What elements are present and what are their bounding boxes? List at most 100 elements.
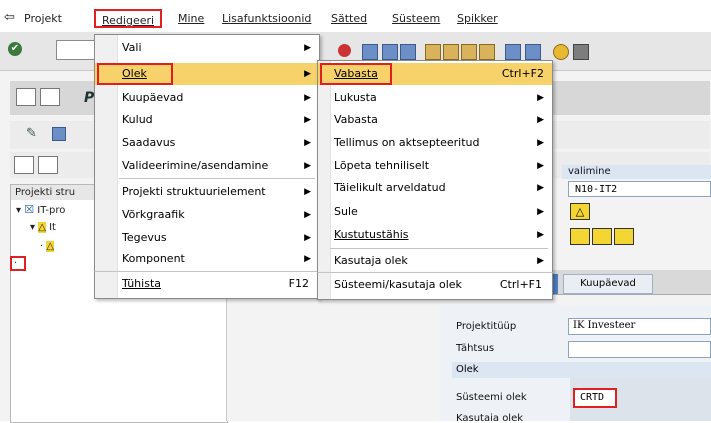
- selected-node-highlight[interactable]: [10, 256, 26, 271]
- menu-item-vali[interactable]: Vali ▶: [95, 37, 319, 59]
- status-icon-2[interactable]: [592, 228, 612, 245]
- cancel-icon[interactable]: [338, 44, 351, 57]
- menu-item-kuupaevad[interactable]: Kuupäevad ▶: [95, 87, 319, 109]
- tree-node-child[interactable]: ▾ △ It: [30, 222, 56, 233]
- menu-item-label: Vali: [122, 41, 142, 54]
- projektituup-label: Projektitüüp: [456, 321, 517, 332]
- menu-item-label: Saadavus: [122, 136, 176, 149]
- redigeeri-menu: Vali ▶ Olek ▶ Kuupäevad ▶ Kulud ▶ Saadavus ▶ …: [94, 34, 320, 273]
- menu-item-olek[interactable]: Olek ▶: [95, 63, 319, 85]
- menu-redigeeri[interactable]: Redigeeri: [94, 9, 163, 28]
- tahtsus-field[interactable]: [568, 341, 711, 358]
- enter-checkmark-icon[interactable]: ✔: [8, 42, 22, 56]
- previous-page-icon[interactable]: [443, 44, 459, 60]
- project-builder-icon[interactable]: [16, 88, 36, 106]
- submenu-arrow-icon: ▶: [537, 256, 544, 266]
- menu-item-kulud[interactable]: Kulud ▶: [95, 109, 319, 131]
- menu-item-lukusta[interactable]: Lukusta ▶: [318, 87, 552, 109]
- collapse-arrow-icon[interactable]: ▾: [30, 222, 35, 233]
- menu-satted[interactable]: Sätted: [331, 12, 367, 25]
- submenu-arrow-icon: ▶: [304, 187, 311, 197]
- pen-icon[interactable]: ✎: [26, 127, 40, 141]
- layout-icon[interactable]: [573, 44, 589, 60]
- menu-item-sule[interactable]: Sule ▶: [318, 201, 552, 223]
- menu-item-label: Tühista: [122, 277, 161, 290]
- menu-item-komponent[interactable]: Komponent ▶: [95, 248, 319, 270]
- menu-item-label: Võrkgraafik: [122, 208, 185, 221]
- menu-item-saadavus[interactable]: Saadavus ▶: [95, 132, 319, 154]
- submenu-arrow-icon: ▶: [537, 93, 544, 103]
- find-next-icon[interactable]: [400, 44, 416, 60]
- last-page-icon[interactable]: [479, 44, 495, 60]
- selection-header: valimine: [562, 165, 711, 179]
- menu-item-taielikult-arveldatud[interactable]: Täielikult arveldatud ▶: [318, 177, 552, 199]
- find-icon[interactable]: [382, 44, 398, 60]
- menu-item-label: Tegevus: [122, 231, 167, 244]
- create-icon[interactable]: [38, 156, 58, 174]
- menu-item-tellimus-aktsepteeritud[interactable]: Tellimus on aktsepteeritud ▶: [318, 132, 552, 154]
- page-title: P: [84, 90, 95, 106]
- menu-lisafunktsioonid[interactable]: Lisafunktsioonid: [222, 12, 311, 25]
- menu-item-tegevus[interactable]: Tegevus ▶: [95, 227, 319, 249]
- tree-node-child-label: It: [49, 222, 56, 233]
- menu-projekt[interactable]: Projekt: [24, 12, 62, 25]
- menu-item-systeemi-kasutaja-olek[interactable]: Süsteemi/kasutaja olek Ctrl+F1: [318, 274, 552, 296]
- olek-group-header: Olek: [452, 362, 711, 378]
- wbs-element-icon: △: [46, 241, 55, 252]
- menu-lisafunktsioonid-label: Lisafunktsioonid: [222, 12, 312, 25]
- menu-item-label: Lõpeta tehniliselt: [334, 159, 430, 172]
- menu-item-label: Kustutustähis: [334, 228, 409, 241]
- menu-item-tuhista[interactable]: Tühista F12: [95, 273, 319, 295]
- menu-bar: ⇦ Projekt Redigeeri Mine Lisafunktsiooni…: [0, 0, 711, 33]
- help-icon[interactable]: [553, 44, 569, 60]
- menu-spikker-label: Spikker: [457, 12, 498, 25]
- print-icon[interactable]: [362, 44, 378, 60]
- shortcut-icon[interactable]: [525, 44, 541, 60]
- menu-spikker[interactable]: Spikker: [457, 12, 498, 25]
- dropdown-icon[interactable]: [40, 88, 60, 106]
- menu-item-valideerimine[interactable]: Valideerimine/asendamine ▶: [95, 155, 319, 177]
- exit-menu-icon[interactable]: ⇦: [4, 10, 15, 25]
- menu-item-label: Tellimus on aktsepteeritud: [334, 136, 480, 149]
- menu-item-shortcut: Ctrl+F2: [501, 67, 544, 80]
- menu-item-vabasta-unlock[interactable]: Vabasta ▶: [318, 109, 552, 131]
- submenu-arrow-icon: ▶: [304, 161, 311, 171]
- submenu-arrow-icon: ▶: [304, 93, 311, 103]
- wbs-element-field[interactable]: N10-IT2: [568, 181, 711, 197]
- menu-mine[interactable]: Mine: [178, 12, 204, 25]
- submenu-arrow-icon: ▶: [537, 138, 544, 148]
- tree-node-grandchild-1[interactable]: · △: [40, 241, 55, 252]
- menu-item-vorkgraafik[interactable]: Võrkgraafik ▶: [95, 204, 319, 226]
- status-icon-1[interactable]: [570, 228, 590, 245]
- submenu-arrow-icon: ▶: [304, 254, 311, 264]
- tab-kuupaevad[interactable]: Kuupäevad: [563, 274, 653, 294]
- menu-satted-label: Sätted: [331, 12, 368, 25]
- menu-item-label: Kasutaja olek: [334, 254, 408, 267]
- systeemi-olek-field[interactable]: CRTD: [573, 388, 617, 408]
- menu-item-kasutaja-olek[interactable]: Kasutaja olek ▶: [318, 250, 552, 272]
- menu-item-label: Valideerimine/asendamine: [122, 159, 269, 172]
- menu-item-label: Projekti struktuurielement: [122, 185, 266, 198]
- next-page-icon[interactable]: [461, 44, 477, 60]
- projektituup-field[interactable]: IK Investeer: [568, 318, 711, 335]
- menu-item-lopeta-tehniliselt[interactable]: Lõpeta tehniliselt ▶: [318, 155, 552, 177]
- first-page-icon[interactable]: [425, 44, 441, 60]
- settings-icon[interactable]: [52, 127, 66, 141]
- menu-item-label: Kuupäevad: [122, 91, 184, 104]
- open-folder-icon[interactable]: [14, 156, 34, 174]
- new-session-icon[interactable]: [505, 44, 521, 60]
- kasutaja-olek-label: Kasutaja olek: [456, 413, 524, 421]
- menu-item-vabasta-release[interactable]: Vabasta Ctrl+F2: [318, 63, 552, 85]
- menu-item-label: Komponent: [122, 252, 185, 265]
- menu-item-projekti-struktuurielement[interactable]: Projekti struktuurielement ▶: [95, 181, 319, 203]
- menu-item-kustutustahis[interactable]: Kustutustähis ▶: [318, 224, 552, 246]
- status-icon-3[interactable]: [614, 228, 634, 245]
- menu-item-label: Vabasta: [334, 113, 378, 126]
- olek-submenu-bottom: Süsteemi/kasutaja olek Ctrl+F1: [317, 272, 553, 300]
- submenu-arrow-icon: ▶: [537, 183, 544, 193]
- menu-susteem[interactable]: Süsteem: [392, 12, 440, 25]
- menu-item-label: Vabasta: [334, 67, 378, 80]
- collapse-arrow-icon[interactable]: ▾: [16, 205, 21, 216]
- tree-node-root[interactable]: ▾ ☒ IT-pro: [16, 203, 65, 216]
- dot-icon: ·: [40, 241, 44, 252]
